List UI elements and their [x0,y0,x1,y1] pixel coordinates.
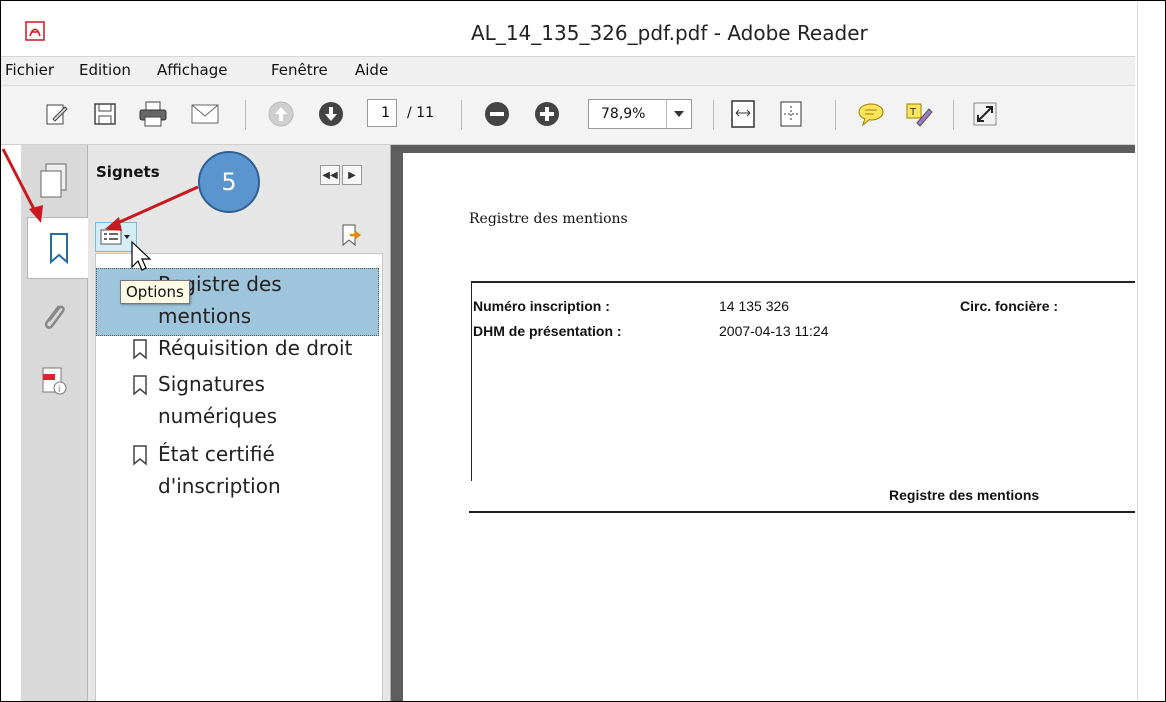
chevron-down-icon[interactable] [666,100,691,128]
bookmark-line: d'inscription [158,474,281,498]
options-list-icon [100,229,130,245]
pdf-page: Registre des mentions Numéro inscription… [403,153,1135,701]
toolbar-separator [245,100,246,130]
bookmarks-list: Registre des mentions Réquisition de dro… [95,253,383,701]
navigation-tab-strip: i [21,145,90,701]
print-icon[interactable] [135,96,171,132]
attachments-icon[interactable] [29,293,79,341]
toolbar-separator [461,100,462,130]
bookmarks-tab-icon[interactable] [27,217,90,279]
bookmark-line: État certifié [158,442,275,466]
highlight-icon[interactable]: T [901,96,937,132]
app-window: AL_14_135_326_pdf.pdf - Adobe Reader Fic… [0,0,1166,702]
collapse-left-button[interactable]: ◀◀ [320,165,340,185]
right-margin [1137,1,1165,701]
zoom-in-icon[interactable] [529,96,565,132]
bookmark-line: Réquisition de droit [158,336,353,360]
bookmark-item-etat-certifie[interactable]: État certifié d'inscription [133,438,281,502]
table-bottom-rule [469,511,1135,513]
toolbar-separator [835,100,836,130]
step-badge: 5 [198,151,260,213]
svg-text:T: T [909,107,917,118]
menu-fenetre[interactable]: Fenêtre [271,61,328,79]
bookmark-line: mentions [158,304,252,328]
window-title: AL_14_135_326_pdf.pdf - Adobe Reader [471,21,868,45]
panel-title: Signets [96,163,160,181]
toolbar-separator [713,100,714,130]
bookmark-line: Signatures [158,372,265,396]
menu-affichage[interactable]: Affichage [157,61,227,79]
bookmark-item-requisition[interactable]: Réquisition de droit [133,332,353,364]
fullscreen-icon[interactable] [967,96,1003,132]
document-heading: Registre des mentions [469,211,628,227]
bookmark-icon [133,339,147,360]
page-number-input[interactable]: 1 [367,99,397,127]
bookmarks-panel: Signets ◀◀ ▶ Registre des mentions Réqui… [88,145,391,701]
signatures-info-icon[interactable]: i [29,357,79,405]
toolbar: 1 / 11 78,9% T [1,86,1135,145]
document-footer: Registre des mentions [889,487,1040,503]
bookmark-icon [133,445,147,466]
menu-aide[interactable]: Aide [355,61,388,79]
prev-page-icon[interactable] [263,96,299,132]
zoom-out-icon[interactable] [479,96,515,132]
page-total: / 11 [407,105,434,121]
bookmark-item-signatures[interactable]: Signatures numériques [133,368,278,432]
options-button[interactable] [95,222,137,252]
edit-icon[interactable] [39,96,75,132]
dhm-value: 2007-04-13 11:24 [719,323,829,339]
zoom-value: 78,9% [601,106,646,122]
title-bar: AL_14_135_326_pdf.pdf - Adobe Reader [1,1,1135,53]
menu-edition[interactable]: Edition [79,61,131,79]
menu-bar: Fichier Edition Affichage Fenêtre Aide [1,56,1135,86]
next-page-icon[interactable] [313,96,349,132]
bookmark-line: numériques [158,404,278,428]
email-icon[interactable] [187,96,223,132]
circ-label: Circ. foncière : [960,298,1059,314]
comment-icon[interactable] [853,96,889,132]
panel-collapse-controls: ◀◀ ▶ [320,165,362,185]
toolbar-separator [953,100,954,130]
numero-value: 14 135 326 [719,298,790,314]
svg-text:i: i [58,385,61,395]
options-tooltip: Options [120,280,190,304]
expand-right-button[interactable]: ▶ [342,165,362,185]
numero-label: Numéro inscription : [473,298,610,314]
table-top-rule [471,281,1135,283]
pages-thumbnails-icon[interactable] [29,157,79,205]
bookmark-export-icon[interactable] [340,223,362,247]
table-left-rule [471,281,472,481]
fit-page-icon[interactable] [725,96,761,132]
menu-fichier[interactable]: Fichier [5,61,54,79]
dhm-label: DHM de présentation : [473,323,622,339]
fit-width-icon[interactable] [773,96,809,132]
document-viewport[interactable]: Registre des mentions Numéro inscription… [391,145,1135,701]
bookmark-icon [133,375,147,396]
zoom-select[interactable]: 78,9% [588,99,692,129]
save-icon[interactable] [87,96,123,132]
